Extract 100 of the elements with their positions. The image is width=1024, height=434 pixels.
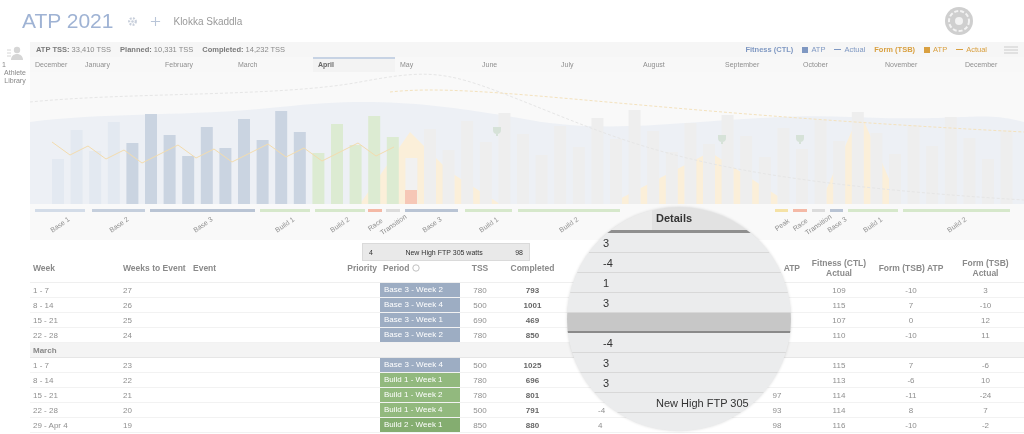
- column-header[interactable]: Form (TSB) ATP: [878, 263, 944, 273]
- table-cell: 3: [603, 356, 610, 369]
- period-tag[interactable]: Build 1 - Week 1: [380, 373, 460, 387]
- table-cell: 23: [123, 361, 132, 370]
- table-cell: 10: [981, 376, 990, 385]
- table-cell: 29 - Apr 4: [33, 421, 68, 430]
- table-cell: 780: [473, 331, 487, 340]
- table-cell: 22 - 28: [33, 331, 58, 340]
- add-icon[interactable]: [150, 15, 162, 27]
- table-cell: 115: [832, 301, 846, 310]
- period-tag[interactable]: Base 3 - Week 1: [380, 313, 460, 327]
- table-cell: 8 - 14: [33, 301, 54, 310]
- table-cell: 1 - 7: [33, 361, 49, 370]
- period-tag[interactable]: Base 3 - Week 4: [380, 298, 460, 312]
- trophy-icon: [796, 135, 804, 144]
- table-cell: 7: [908, 301, 914, 310]
- legend-swatch: [924, 46, 931, 53]
- table-cell: 114: [832, 391, 846, 400]
- table-cell: 15 - 21: [33, 316, 58, 325]
- column-header[interactable]: Weeks to Event: [123, 263, 186, 273]
- table-cell: 3: [603, 376, 610, 389]
- trophy-icon: [718, 135, 726, 144]
- table-cell: 19: [123, 421, 132, 430]
- table-cell: 116: [832, 421, 846, 430]
- table-cell: 500: [473, 406, 487, 415]
- table-cell: 850: [473, 421, 487, 430]
- period-tag[interactable]: Base 3 - Week 4: [380, 358, 460, 372]
- table-cell: 850: [525, 331, 540, 340]
- period-tag[interactable]: Build 2 - Week 1: [380, 418, 460, 432]
- table-cell: -11: [905, 391, 917, 400]
- table-cell: 110: [832, 331, 846, 340]
- table-cell: 801: [525, 391, 540, 400]
- table-cell: 0: [908, 316, 914, 325]
- table-cell: 93: [772, 406, 782, 415]
- athlete-icon[interactable]: [7, 46, 23, 60]
- period-tag[interactable]: Base 3 - Week 2: [380, 328, 460, 342]
- table-cell: 25: [123, 316, 132, 325]
- table-cell: 690: [473, 316, 487, 325]
- period-tag[interactable]: Build 1 - Week 4: [380, 403, 460, 417]
- table-cell: -10: [905, 286, 917, 295]
- load-bar: [126, 143, 139, 204]
- table-cell: 27: [123, 286, 132, 295]
- table-cell: 98: [772, 421, 782, 430]
- column-header[interactable]: Form (TSB) Actual: [950, 258, 1021, 278]
- table-cell: 21: [123, 391, 132, 400]
- race-bar: [405, 190, 417, 204]
- column-header[interactable]: ATP: [783, 263, 800, 273]
- column-header[interactable]: Event: [193, 263, 217, 273]
- legend-swatch: [802, 46, 809, 53]
- plan-title: ATP 2021: [22, 9, 114, 33]
- column-header[interactable]: Priority: [347, 263, 377, 273]
- table-cell: 880: [525, 421, 540, 430]
- trophy-icon: [493, 127, 501, 136]
- column-header[interactable]: Completed: [510, 263, 555, 273]
- table-cell: 107: [832, 316, 846, 325]
- table-cell: 11: [981, 331, 990, 340]
- table-cell: 1025: [523, 361, 542, 370]
- table-cell: 1001: [523, 301, 542, 310]
- table-cell: 3: [603, 236, 610, 249]
- table-cell: 114: [832, 406, 846, 415]
- table-cell: 3: [603, 296, 610, 309]
- table-cell: 20: [123, 406, 132, 415]
- table-cell: 469: [525, 316, 540, 325]
- table-cell: 780: [473, 286, 487, 295]
- column-header[interactable]: Period: [383, 263, 410, 273]
- legend-line: [834, 49, 842, 50]
- table-cell: 115: [832, 361, 846, 370]
- table-cell: 500: [473, 301, 487, 310]
- table-cell: 22 - 28: [33, 406, 58, 415]
- table-cell: -24: [979, 391, 992, 400]
- table-cell: 7: [983, 406, 988, 415]
- table-cell: 24: [123, 331, 132, 340]
- table-cell: 793: [525, 286, 540, 295]
- settings-icon[interactable]: [127, 15, 139, 27]
- table-cell: -10: [979, 301, 992, 310]
- period-tag[interactable]: Build 1 - Week 2: [380, 388, 460, 402]
- group-label: March: [33, 345, 57, 355]
- table-cell: -2: [981, 421, 990, 430]
- table-cell: 12: [981, 316, 990, 325]
- period-tag[interactable]: Base 3 - Week 2: [380, 283, 460, 297]
- table-cell: 1 - 7: [33, 286, 49, 295]
- table-cell: 7: [908, 361, 914, 370]
- table-cell: 8 - 14: [33, 376, 54, 385]
- column-header[interactable]: TSS: [471, 263, 489, 273]
- table-cell: 22: [123, 376, 132, 385]
- table-cell: -4: [603, 256, 613, 269]
- table-cell: -6: [981, 361, 990, 370]
- athlete-name[interactable]: Klokka Skaddla: [173, 15, 243, 27]
- table-cell: 791: [525, 406, 540, 415]
- table-cell: 109: [832, 286, 846, 295]
- table-cell: 780: [473, 376, 487, 385]
- load-bar: [219, 148, 232, 204]
- column-header[interactable]: Week: [33, 263, 56, 273]
- table-cell: 3: [983, 286, 988, 295]
- table-cell: -6: [907, 376, 915, 385]
- info-icon[interactable]: [412, 264, 421, 272]
- table-cell: 26: [123, 301, 132, 310]
- table-cell: 97: [772, 391, 782, 400]
- column-header[interactable]: Fitness (CTL) Actual: [806, 258, 872, 278]
- table-cell: 780: [473, 391, 487, 400]
